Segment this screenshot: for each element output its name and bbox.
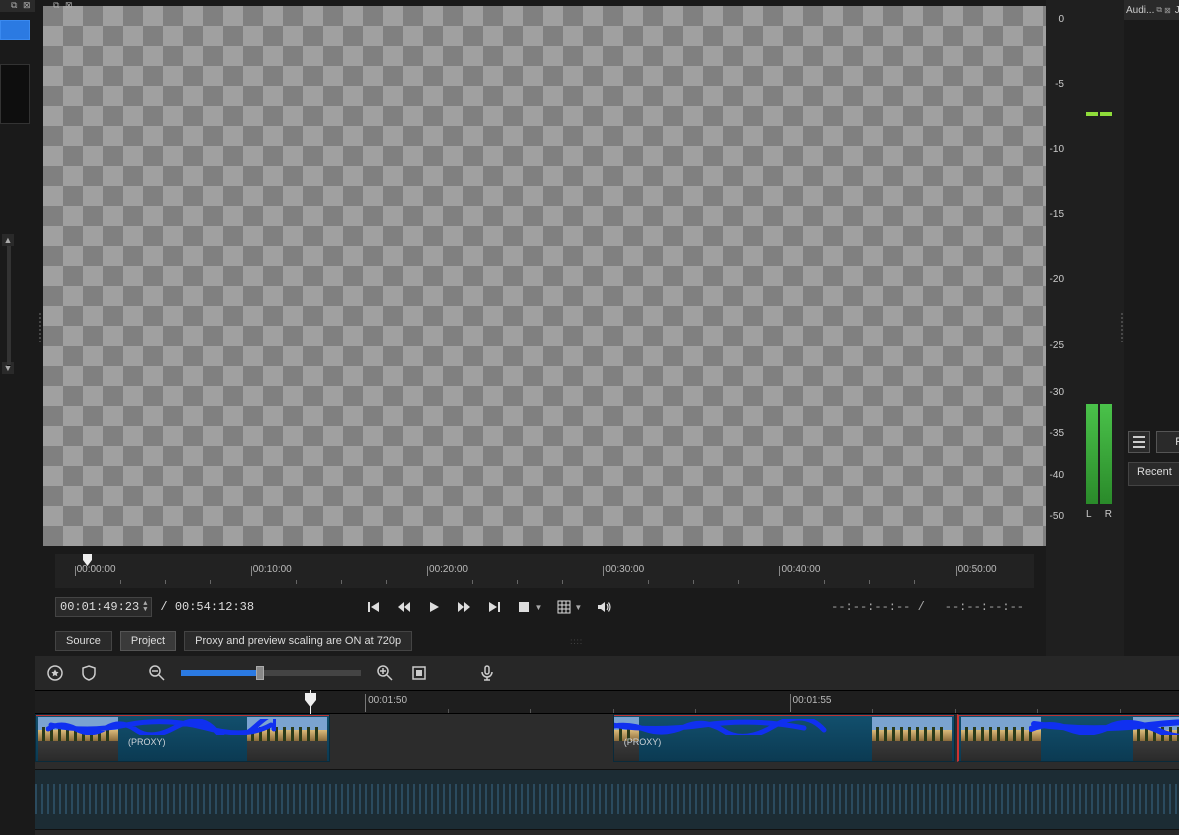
ruler-tick-label: 00:10:00 [253,564,292,575]
proxy-badge: (PROXY) [624,737,662,747]
preview-ruler[interactable]: 00:00:00 00:10:00 00:20:00 00:30:00 00:4… [55,554,1034,588]
zoom-in-icon[interactable] [375,663,395,683]
tab-recent[interactable]: Recent [1128,462,1179,486]
zoom-slider[interactable] [181,670,361,676]
microphone-icon[interactable] [477,663,497,683]
annotation-scribble [1029,719,1179,735]
video-clip[interactable] [957,714,1179,762]
meter-scale-label: 0 [1034,14,1064,25]
timeline-tick-label: 00:01:50 [368,695,407,706]
close-icon[interactable]: ⊠ [23,0,33,10]
tab-source[interactable]: Source [55,631,112,651]
ruler-tick-label: 00:40:00 [781,564,820,575]
duration-label: / 00:54:12:38 [160,600,254,614]
meter-scale-label: -15 [1034,209,1064,220]
slider-thumb[interactable] [256,666,264,680]
timeline-tick-label: 00:01:55 [793,695,832,706]
current-timecode: 00:01:49:23 [60,600,139,614]
out-point-timecode: --:--:--:-- [945,600,1024,614]
transport-bar: 00:01:49:23 ▲▼ / 00:54:12:38 ▼ [55,592,1034,622]
timecode-input[interactable]: 00:01:49:23 ▲▼ [55,597,152,617]
channel-right-label: R [1105,509,1112,520]
meter-scale-label: -10 [1034,144,1064,155]
ruler-tick-label: 00:50:00 [958,564,997,575]
tab-jobs[interactable]: Jobs [1175,5,1179,16]
preview-monitor[interactable] [43,6,1046,546]
ruler-tick-label: 00:00:00 [77,564,116,575]
meter-scale-label: -5 [1034,79,1064,90]
zoom-out-icon[interactable] [147,663,167,683]
popout-icon[interactable]: ⧉ [11,0,21,10]
ruler-tick-label: 00:30:00 [605,564,644,575]
shield-icon[interactable] [79,663,99,683]
meter-scale-label: -25 [1034,340,1064,351]
meter-scale-label: -30 [1034,387,1064,398]
close-icon[interactable]: ⊠ [65,0,75,10]
zoom-mode-combo[interactable]: ▼ [516,599,542,615]
marker-icon[interactable] [45,663,65,683]
meter-level-bars [1086,404,1112,504]
tab-audio[interactable]: Audi...⧉⊠ [1126,5,1171,16]
timecode-stepper[interactable]: ▲▼ [143,601,147,613]
tab-project[interactable]: Project [120,631,176,651]
pause-button[interactable]: Pau [1156,431,1179,453]
zoom-fit-icon[interactable] [409,663,429,683]
annotation-scribble [613,719,834,735]
in-point-timecode: --:--:--:-- [831,600,910,614]
channel-left-label: L [1086,509,1092,520]
video-track[interactable]: (PROXY) (PROXY) [35,714,1179,770]
left-panel: ⧉ ⊠ ▲ ▼ [0,0,35,835]
skip-start-button[interactable] [366,599,382,615]
menu-icon[interactable] [1128,431,1150,453]
video-clip[interactable]: (PROXY) [613,714,955,762]
proxy-badge: (PROXY) [128,737,166,747]
effect-thumbnail[interactable] [0,20,30,40]
meter-scale-label: -50 [1034,511,1064,522]
meter-peak-indicators [1086,112,1112,118]
panel-resize-handle[interactable] [38,312,42,342]
annotation-scribble [46,719,276,735]
volume-icon[interactable] [596,599,612,615]
rewind-button[interactable] [396,599,412,615]
drag-handle[interactable]: :::: [570,637,583,646]
timeline: 00:01:50 00:01:55 [35,656,1179,835]
meter-scale-label: -35 [1034,428,1064,439]
clip-thumbnail [872,717,952,761]
meter-scale-label: -40 [1034,470,1064,481]
meter-scale-label: -20 [1034,274,1064,285]
video-clip[interactable]: (PROXY) [35,714,330,762]
audio-track[interactable] [35,770,1179,830]
popout-icon[interactable]: ⧉ [1156,5,1162,15]
effect-thumbnail-dark[interactable] [0,64,30,124]
timeline-ruler[interactable]: 00:01:50 00:01:55 [35,690,1179,714]
proxy-info-label: Proxy and preview scaling are ON at 720p [184,631,412,651]
forward-button[interactable] [456,599,472,615]
ruler-tick-label: 00:20:00 [429,564,468,575]
close-icon[interactable]: ⊠ [1164,6,1171,15]
skip-end-button[interactable] [486,599,502,615]
arrow-up-icon[interactable]: ▲ [2,234,14,246]
right-panel: Audi...⧉⊠ Jobs Pau Recent [1124,0,1179,656]
grid-combo[interactable]: ▼ [556,599,582,615]
popout-icon[interactable]: ⧉ [53,0,63,10]
audio-meter-panel: 0 -5 -10 -15 -20 -25 -30 -35 -40 -50 LR [1046,0,1124,656]
play-button[interactable] [426,599,442,615]
vertical-slider[interactable]: ▲ ▼ [0,234,20,534]
audio-waveform [35,784,1179,814]
